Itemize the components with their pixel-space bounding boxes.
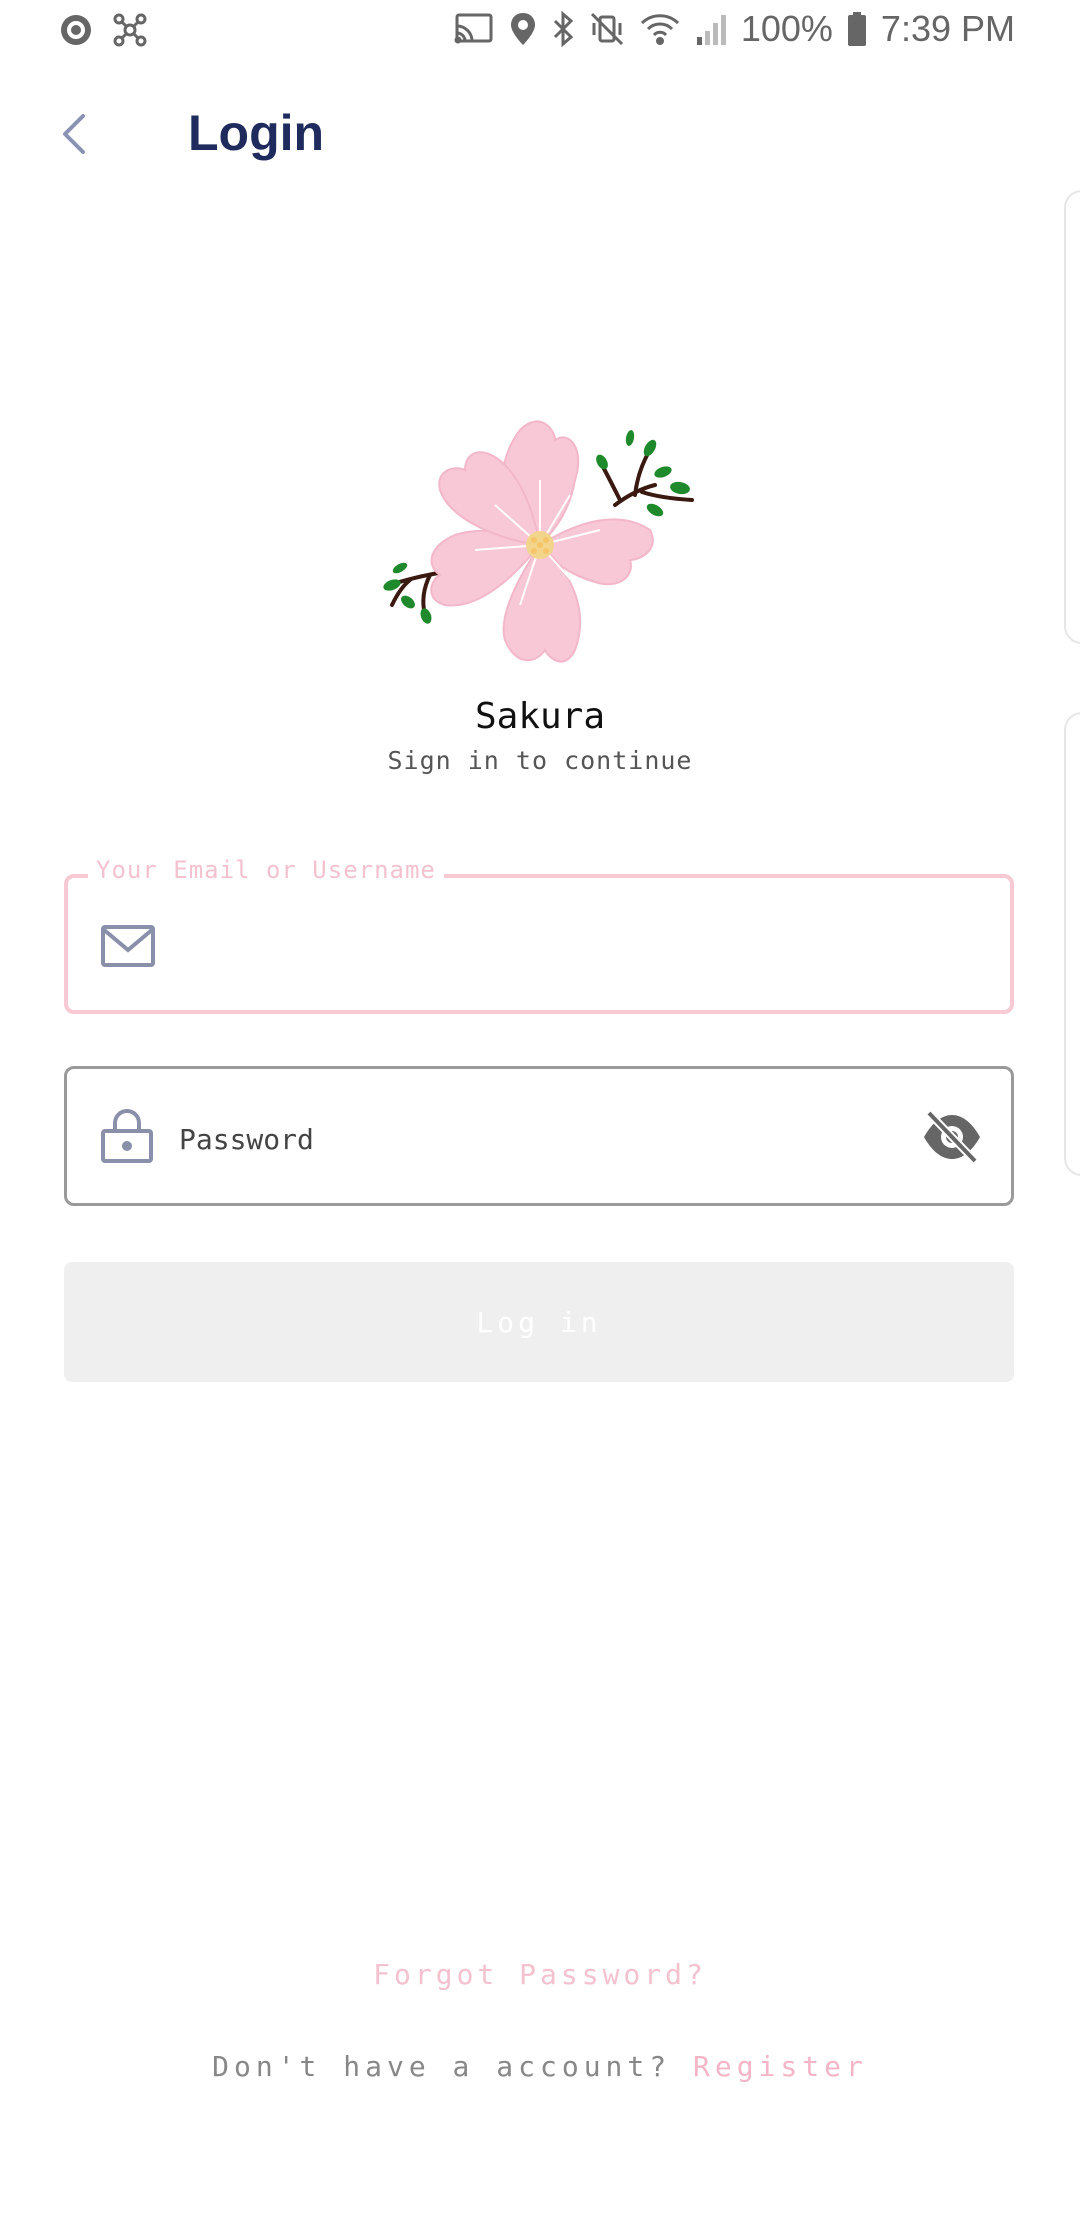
forgot-password-link[interactable]: Forgot Password? <box>0 1958 1080 1991</box>
chevron-left-icon <box>59 110 89 163</box>
status-right: 100% 7:39 PM <box>453 8 1015 50</box>
register-link[interactable]: Register <box>693 2050 868 2083</box>
email-field[interactable]: Your Email or Username <box>64 856 1014 1014</box>
status-bar: 100% 7:39 PM <box>0 0 1080 64</box>
location-icon <box>509 11 537 47</box>
app-subtitle: Sign in to continue <box>387 746 693 775</box>
login-button[interactable]: Log in <box>64 1262 1014 1382</box>
bluetooth-icon <box>551 11 575 47</box>
password-field[interactable] <box>64 1066 1014 1206</box>
clock: 7:39 PM <box>880 8 1015 49</box>
back-button[interactable] <box>50 104 98 168</box>
edge-card <box>1064 190 1080 644</box>
app-name: Sakura <box>474 696 606 737</box>
email-input[interactable] <box>178 912 900 984</box>
eye-off-icon[interactable] <box>921 1109 983 1165</box>
mail-icon <box>100 922 156 970</box>
status-left <box>58 12 148 48</box>
sakura-blossom-logo <box>380 410 700 680</box>
email-field-label: Your Email or Username <box>88 856 444 884</box>
battery-percent: 100% <box>740 8 833 49</box>
app-header: Login <box>0 90 1080 186</box>
o-circle-icon <box>58 12 94 48</box>
vibrate-mute-icon <box>589 11 625 47</box>
battery-icon <box>847 11 867 47</box>
register-row: Don't have a account? Register <box>0 2050 1080 2083</box>
cast-icon <box>453 11 495 47</box>
edge-card <box>1064 712 1080 1176</box>
network-icon <box>112 12 148 48</box>
password-input[interactable] <box>177 1103 901 1175</box>
page-title: Login <box>188 105 325 161</box>
no-account-text: Don't have a account? <box>212 2050 672 2083</box>
lock-icon <box>99 1109 155 1163</box>
wifi-icon <box>639 11 681 47</box>
signal-icon <box>695 11 727 47</box>
